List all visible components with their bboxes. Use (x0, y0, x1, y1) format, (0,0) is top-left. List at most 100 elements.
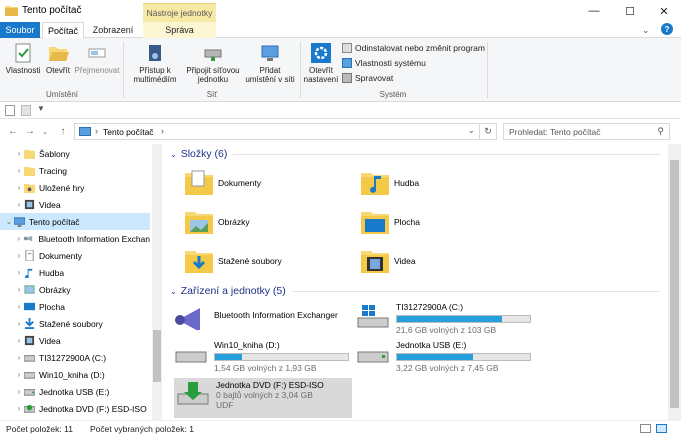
nav-item[interactable]: › Uložené hry (0, 179, 150, 196)
tab-computer[interactable]: Počítač (42, 22, 84, 39)
chevron-down-icon[interactable]: ⌄ (642, 25, 650, 36)
rename-button[interactable]: Přejmenovat (73, 42, 121, 75)
chevron-right-icon[interactable]: › (14, 268, 24, 277)
nav-item[interactable]: › Jednotka DVD (F:) ESD-ISO (0, 400, 150, 417)
folder-label: Dokumenty (218, 178, 261, 188)
folders-group-header[interactable]: ⌄ Složky (6) (170, 148, 660, 160)
usb-drive-icon (357, 351, 389, 363)
nav-item[interactable]: › Hudba (0, 264, 150, 281)
add-location-button[interactable]: Přidat umístění v síti (243, 42, 297, 84)
nav-item[interactable]: › Šablony (0, 145, 150, 162)
folder-label: Plocha (394, 217, 420, 227)
documents-folder-icon (185, 170, 213, 195)
gear-icon (311, 43, 331, 63)
navigation-scrollbar-thumb[interactable] (153, 330, 161, 382)
tab-manage[interactable]: Správa (143, 22, 216, 38)
tiles-view-button[interactable] (656, 424, 667, 433)
chevron-right-icon[interactable]: › (14, 387, 24, 396)
manage-button[interactable]: Spravovat (342, 73, 393, 83)
folder-tile[interactable]: Dokumenty (184, 168, 261, 198)
properties-button[interactable]: Vlastnosti (4, 42, 42, 75)
folder-tile[interactable]: Plocha (360, 207, 420, 237)
open-button[interactable]: Otevřít (43, 42, 73, 75)
devices-header-label: Zařízení a jednotky (5) (180, 285, 286, 297)
system-properties-button[interactable]: Vlastnosti systému (342, 58, 426, 68)
address-dropdown-icon[interactable]: ⌄ (468, 126, 475, 135)
up-button[interactable]: ↑ (56, 123, 70, 140)
help-icon[interactable]: ? (661, 23, 673, 35)
details-view-button[interactable] (640, 424, 651, 433)
nav-item-label: Plocha (39, 301, 65, 312)
maximize-button[interactable]: ☐ (613, 0, 647, 22)
device-tile[interactable]: Win10_kniha (D:) 1,54 GB volných z 1,93 G… (174, 340, 349, 373)
breadcrumb-separator-icon[interactable]: › (161, 126, 164, 136)
nav-item[interactable]: › Dokumenty (0, 247, 150, 264)
device-tile[interactable]: Jednotka DVD (F:) ESD-ISO 0 bajtů volných… (174, 378, 352, 418)
search-icon: ⚲ (657, 126, 664, 136)
capacity-bar-fill (215, 354, 242, 360)
folder-tile[interactable]: Obrázky (184, 207, 250, 237)
checkmark-properties-icon[interactable] (5, 105, 15, 116)
minimize-button[interactable]: — (577, 0, 611, 22)
chevron-right-icon[interactable]: › (14, 251, 24, 260)
folder-tile[interactable]: Stažené soubory (184, 246, 282, 276)
search-input[interactable]: Prohledat: Tento počítač ⚲ (503, 123, 670, 140)
nav-item[interactable]: › Videa (0, 332, 150, 349)
tab-file[interactable]: Soubor (0, 22, 40, 38)
address-bar[interactable]: › Tento počítač › ⌄ (74, 123, 480, 140)
chevron-right-icon[interactable]: › (14, 200, 24, 209)
chevron-right-icon[interactable]: › (14, 319, 24, 328)
access-media-button[interactable]: Přístup k multimédiím (127, 42, 183, 84)
bluetooth-icon (24, 235, 33, 242)
system-properties-label: Vlastnosti systému (355, 58, 426, 68)
close-button[interactable]: ✕ (647, 0, 681, 22)
uninstall-icon (342, 43, 352, 53)
back-button[interactable]: ← (6, 123, 20, 140)
nav-item[interactable]: › Videa (0, 196, 150, 213)
open-settings-button[interactable]: Otevřít nastavení (303, 42, 339, 84)
chevron-right-icon[interactable]: › (14, 183, 24, 192)
chevron-right-icon[interactable]: › (14, 336, 24, 345)
chevron-down-icon[interactable]: ⌄ (4, 217, 14, 226)
capacity-bar-fill (397, 354, 473, 360)
capacity-bar-fill (397, 316, 503, 322)
chevron-right-icon[interactable]: › (14, 302, 24, 311)
customize-quick-access-icon[interactable]: ▼ (37, 104, 45, 113)
chevron-down-icon: ⌄ (170, 149, 177, 159)
chevron-right-icon[interactable]: › (14, 166, 24, 175)
tab-view[interactable]: Zobrazení (88, 22, 138, 38)
manage-label: Spravovat (355, 73, 394, 83)
this-pc-icon (14, 217, 25, 227)
nav-item[interactable]: › Win10_kniha (D:) (0, 366, 150, 383)
breadcrumb-separator-icon[interactable]: › (95, 126, 98, 136)
nav-item[interactable]: › TI31272900A (C:) (0, 349, 150, 366)
chevron-right-icon[interactable]: › (14, 234, 23, 243)
nav-item[interactable]: › Obrázky (0, 281, 150, 298)
nav-item[interactable]: › Plocha (0, 298, 150, 315)
nav-item[interactable]: › Stažené soubory (0, 315, 150, 332)
chevron-right-icon[interactable]: › (14, 285, 24, 294)
nav-item[interactable]: › Jednotka USB (E:) (0, 383, 150, 400)
uninstall-program-button[interactable]: Odinstalovat nebo změnit program (342, 43, 485, 53)
nav-item[interactable]: › Bluetooth Information Exchan (0, 230, 150, 247)
folder-tile[interactable]: Videa (360, 246, 416, 276)
chevron-right-icon[interactable]: › (14, 404, 24, 413)
chevron-right-icon[interactable]: › (14, 370, 24, 379)
chevron-right-icon[interactable]: › (14, 149, 24, 158)
nav-item[interactable]: ⌄ Tento počítač (0, 213, 150, 230)
device-tile[interactable]: Jednotka USB (E:) 3,22 GB volných z 7,45 … (356, 340, 531, 373)
refresh-button[interactable]: ↻ (480, 123, 497, 140)
nav-item[interactable]: › Tracing (0, 162, 150, 179)
open-folder-icon (49, 47, 69, 61)
devices-group-header[interactable]: ⌄ Zařízení a jednotky (5) (170, 285, 660, 297)
folder-tile[interactable]: Hudba (360, 168, 419, 198)
device-tile[interactable]: Bluetooth Information Exchanger (174, 302, 338, 330)
content-scrollbar-thumb[interactable] (670, 160, 679, 408)
forward-button[interactable]: → (23, 123, 37, 140)
breadcrumb-this-pc[interactable]: Tento počítač (103, 127, 154, 137)
map-drive-button[interactable]: Připojit síťovou jednotku (183, 42, 243, 84)
device-tile[interactable]: TI31272900A (C:) 21,6 GB volných z 103 GB (356, 302, 531, 335)
chevron-right-icon[interactable]: › (14, 353, 24, 362)
new-folder-icon[interactable] (21, 105, 31, 116)
recent-locations-button[interactable]: ⌄ (38, 123, 52, 140)
